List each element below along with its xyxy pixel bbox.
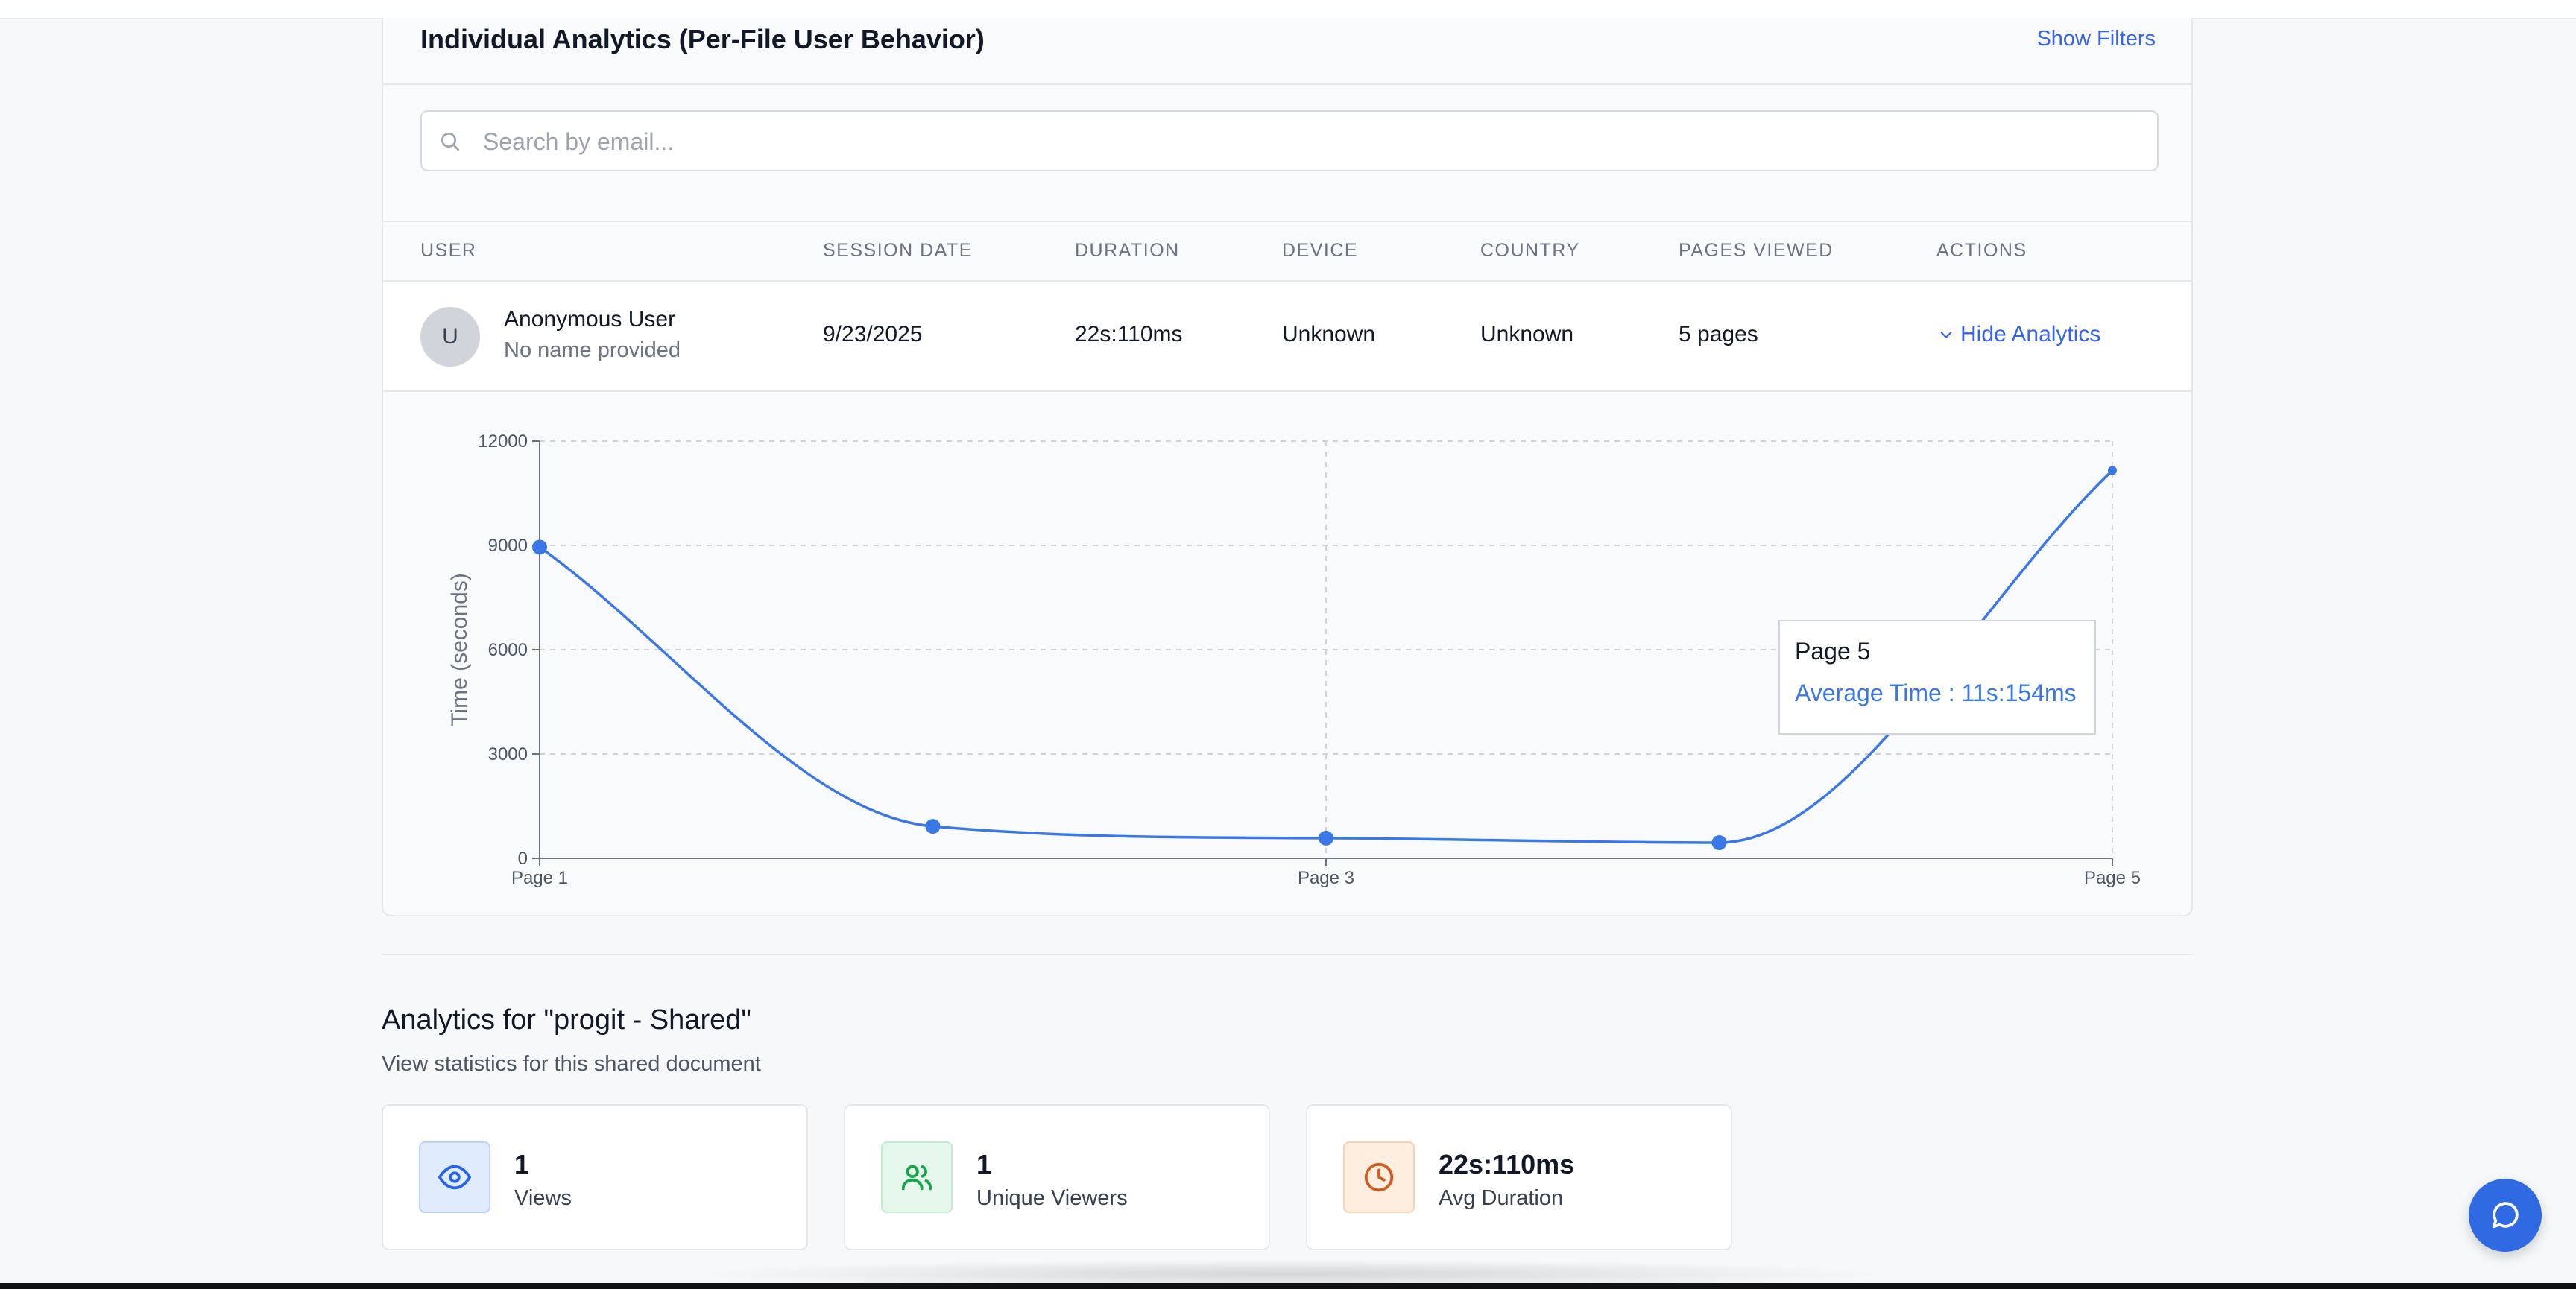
column-header-pages-viewed: PAGES VIEWED [1679, 240, 1834, 261]
data-point [925, 819, 941, 834]
stat-label-unique-viewers: Unique Viewers [976, 1186, 1128, 1210]
show-filters-button[interactable]: Show Filters [2036, 27, 2156, 51]
y-tick-label: 9000 [488, 536, 528, 556]
chat-icon [2492, 1202, 2519, 1229]
chat-button[interactable] [2469, 1179, 2542, 1252]
search-input[interactable] [482, 112, 2139, 171]
table-header: USER SESSION DATE DURATION DEVICE COUNTR… [383, 221, 2191, 282]
pages-viewed: 5 pages [1679, 322, 1758, 346]
y-tick-label: 12000 [478, 431, 528, 452]
y-tick-label: 3000 [488, 744, 528, 764]
stat-card-views: 1 Views [382, 1104, 808, 1250]
stat-value-unique-viewers: 1 [976, 1149, 992, 1179]
stat-label-views: Views [514, 1186, 572, 1210]
stat-icon-box [419, 1141, 490, 1213]
data-point [532, 539, 547, 555]
top-bar [0, 0, 2576, 19]
stat-card-avg-duration: 22s:110ms Avg Duration [1306, 1104, 1732, 1250]
table-row: U Anonymous User No name provided 9/23/2… [383, 282, 2191, 392]
stat-label-avg-duration: Avg Duration [1439, 1186, 1564, 1210]
column-header-duration: DURATION [1075, 240, 1180, 261]
column-header-actions: ACTIONS [1936, 240, 2027, 261]
column-header-session-date: SESSION DATE [823, 240, 973, 261]
summary-subtitle: View statistics for this shared document [382, 1052, 761, 1076]
stat-icon-box [1343, 1141, 1415, 1213]
data-point [1711, 835, 1727, 850]
stat-icon-box [881, 1141, 953, 1213]
bottom-edge [0, 1283, 2576, 1289]
user-subtitle: No name provided [504, 338, 681, 362]
data-point [2108, 466, 2117, 475]
clock-icon [1364, 1162, 1394, 1192]
stat-value-views: 1 [514, 1149, 530, 1179]
y-tick-label: 6000 [488, 640, 528, 660]
search-box[interactable] [420, 110, 2159, 171]
search-icon [441, 133, 459, 151]
eye-icon [438, 1165, 472, 1190]
hide-analytics-button[interactable]: Hide Analytics [1938, 322, 2100, 347]
device: Unknown [1282, 322, 1376, 346]
x-tick-label: Page 3 [1298, 868, 1354, 888]
country: Unknown [1480, 322, 1574, 346]
individual-analytics-card: Individual Analytics (Per-File User Beha… [382, 18, 2193, 916]
individual-analytics-header: Individual Analytics (Per-File User Beha… [383, 18, 2191, 85]
hide-analytics-label: Hide Analytics [1960, 322, 2101, 346]
tooltip-value: Average Time : 11s:154ms [1795, 680, 2077, 706]
duration: 22s:110ms [1075, 322, 1183, 346]
column-header-country: COUNTRY [1480, 240, 1580, 261]
x-tick-label: Page 1 [511, 868, 568, 888]
y-tick-label: 0 [518, 849, 528, 869]
users-icon [901, 1165, 932, 1191]
column-header-device: DEVICE [1282, 240, 1359, 261]
session-date: 9/23/2025 [823, 322, 923, 346]
x-tick-label: Page 5 [2084, 868, 2141, 888]
chart-tooltip: Page 5 Average Time : 11s:154ms [1778, 620, 2096, 735]
stat-card-unique-viewers: 1 Unique Viewers [844, 1104, 1270, 1250]
avatar: U [420, 307, 480, 367]
column-header-user: USER [420, 240, 477, 261]
y-axis-label: Time (seconds) [447, 573, 472, 726]
summary-title: Analytics for "progit - Shared" [382, 1004, 751, 1036]
individual-analytics-title: Individual Analytics (Per-File User Beha… [420, 24, 985, 54]
user-name: Anonymous User [504, 307, 676, 332]
stat-value-avg-duration: 22s:110ms [1439, 1149, 1575, 1179]
chevron-down-icon [1940, 332, 1952, 338]
section-divider [382, 954, 2193, 955]
tooltip-label: Page 5 [1795, 638, 1871, 665]
data-point [1319, 830, 1333, 846]
